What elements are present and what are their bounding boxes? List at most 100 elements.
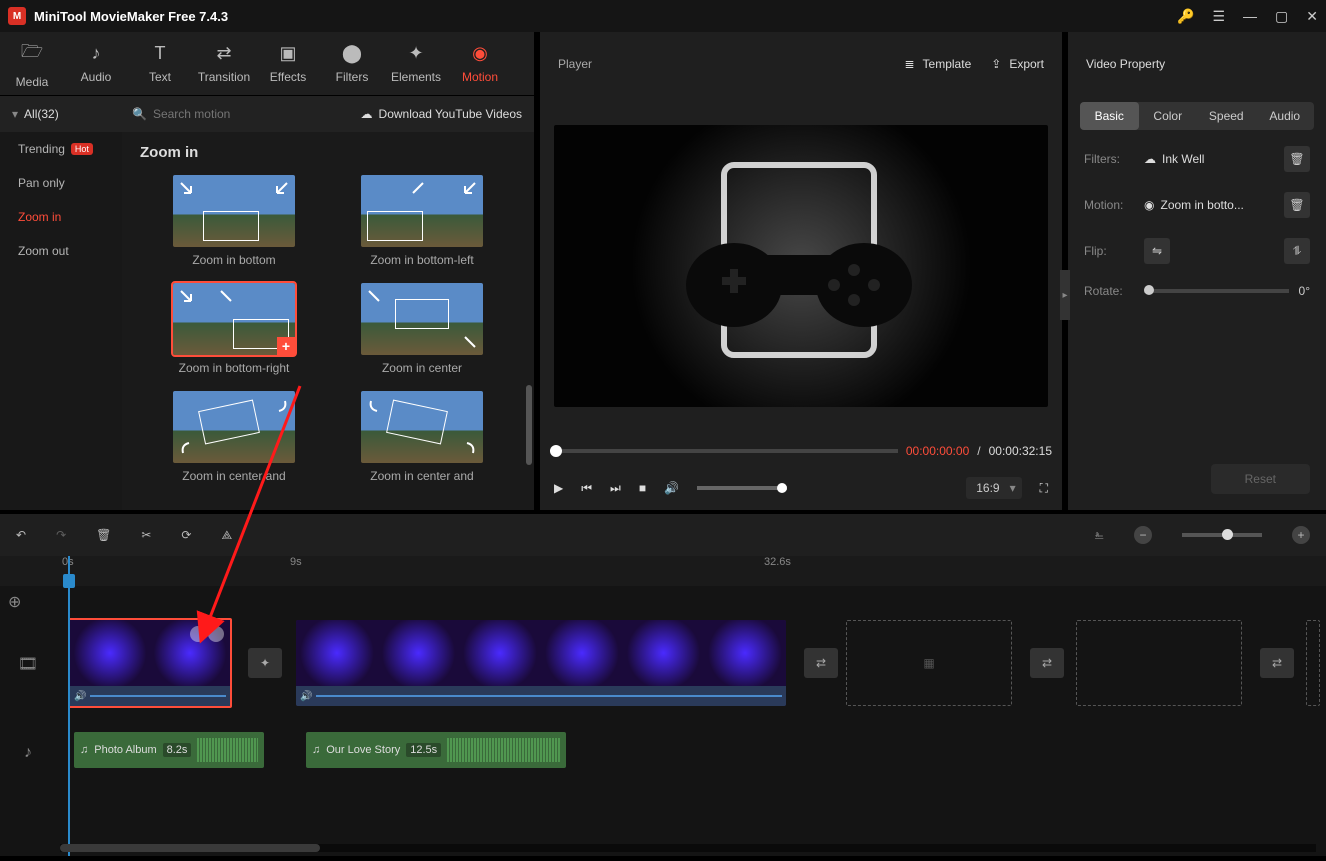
reset-button[interactable]: Reset bbox=[1211, 464, 1310, 494]
audio-track: ♪ ♫Photo Album8.2s ♫Our Love Story12.5s bbox=[0, 732, 1326, 774]
flip-horizontal-button[interactable]: ⇋ bbox=[1144, 238, 1170, 264]
menu-icon[interactable]: ☰ bbox=[1212, 8, 1225, 25]
tab-transition[interactable]: ⇄Transition bbox=[192, 32, 256, 95]
playhead[interactable] bbox=[68, 556, 70, 856]
delete-button[interactable]: 🗑 bbox=[96, 528, 111, 542]
motion-item[interactable]: Zoom in center bbox=[342, 283, 502, 375]
video-clip-selected[interactable]: 🔊 bbox=[68, 618, 232, 708]
add-button[interactable]: + bbox=[277, 337, 295, 355]
fullscreen-button[interactable]: ⛶ bbox=[1040, 481, 1048, 496]
fit-button[interactable]: ⎁ bbox=[1094, 528, 1104, 543]
speed-button[interactable]: ⟳ bbox=[181, 528, 191, 542]
search-input[interactable] bbox=[153, 107, 273, 121]
category-all[interactable]: All(32) bbox=[0, 96, 122, 132]
tab-elements-label: Elements bbox=[391, 70, 441, 84]
scrollbar-vertical[interactable] bbox=[526, 385, 532, 465]
key-icon[interactable]: 🔑 bbox=[1177, 8, 1194, 25]
library-tabs: 🗁Media ♪Audio TText ⇄Transition ▣Effects… bbox=[0, 32, 534, 96]
category-zoomout[interactable]: Zoom out bbox=[0, 234, 122, 268]
panel-collapse-handle[interactable]: ▸ bbox=[1060, 270, 1070, 320]
motion-label: Motion: bbox=[1084, 198, 1134, 212]
video-clip[interactable]: 🔊 bbox=[296, 620, 786, 706]
tab-text[interactable]: TText bbox=[128, 32, 192, 95]
filters-label: Filters: bbox=[1084, 152, 1134, 166]
prop-tab-speed[interactable]: Speed bbox=[1197, 102, 1256, 130]
category-panonly[interactable]: Pan only bbox=[0, 166, 122, 200]
tab-filters-label: Filters bbox=[336, 70, 369, 84]
aspect-ratio-dropdown[interactable]: 16:9 bbox=[966, 477, 1021, 499]
clip-placeholder[interactable] bbox=[1306, 620, 1320, 706]
audio-clip[interactable]: ♫Our Love Story12.5s bbox=[306, 732, 566, 768]
motion-item-selected[interactable]: + Zoom in bottom-right bbox=[154, 283, 314, 375]
zoom-slider[interactable] bbox=[1182, 533, 1262, 537]
audio-track-icon[interactable]: ♪ bbox=[0, 744, 56, 762]
video-track: 🎞 🔊 ✦ 🔊 ⇄ ▦ ⇄ ⇄ bbox=[0, 618, 1326, 710]
export-button[interactable]: ⇪Export bbox=[991, 57, 1044, 71]
delete-filter-button[interactable]: 🗑 bbox=[1284, 146, 1310, 172]
play-button[interactable]: ▶ bbox=[554, 481, 563, 495]
clip-placeholder[interactable]: ▦ bbox=[846, 620, 1012, 706]
tab-effects[interactable]: ▣Effects bbox=[256, 32, 320, 95]
transition-chip[interactable]: ⇄ bbox=[1260, 648, 1294, 678]
app-logo: M bbox=[8, 7, 26, 25]
delete-motion-button[interactable]: 🗑 bbox=[1284, 192, 1310, 218]
stop-button[interactable]: ■ bbox=[639, 481, 646, 495]
motion-item[interactable]: Zoom in center and bbox=[154, 391, 314, 483]
add-track-button[interactable]: ⊕ bbox=[8, 592, 21, 612]
scrollbar-horizontal[interactable] bbox=[60, 844, 1316, 852]
prop-tab-audio[interactable]: Audio bbox=[1256, 102, 1315, 130]
prop-tab-basic[interactable]: Basic bbox=[1080, 102, 1139, 130]
template-button[interactable]: ≣Template bbox=[904, 57, 971, 71]
audio-clip[interactable]: ♫Photo Album8.2s bbox=[74, 732, 264, 768]
video-track-icon[interactable]: 🎞 bbox=[0, 654, 56, 674]
seek-bar[interactable] bbox=[550, 449, 898, 453]
property-title: Video Property bbox=[1068, 32, 1326, 96]
motion-item[interactable]: Zoom in bottom bbox=[154, 175, 314, 267]
export-icon: ⇪ bbox=[991, 57, 1001, 71]
category-trending[interactable]: TrendingHot bbox=[0, 132, 122, 166]
rotate-slider[interactable] bbox=[1144, 289, 1289, 293]
clip-volume-icon[interactable]: 🔊 bbox=[300, 691, 312, 702]
motion-item[interactable]: Zoom in center and bbox=[342, 391, 502, 483]
motion-value: Zoom in botto... bbox=[1160, 198, 1243, 212]
transition-chip[interactable]: ✦ bbox=[248, 648, 282, 678]
close-icon[interactable]: ✕ bbox=[1306, 8, 1318, 25]
hot-badge: Hot bbox=[71, 143, 93, 155]
download-youtube-link[interactable]: ☁Download YouTube Videos bbox=[361, 107, 522, 121]
split-button[interactable]: ✂ bbox=[141, 528, 151, 542]
volume-icon[interactable]: 🔊 bbox=[664, 481, 679, 495]
undo-button[interactable]: ↶ bbox=[16, 528, 26, 542]
transition-chip[interactable]: ⇄ bbox=[1030, 648, 1064, 678]
tab-motion[interactable]: ◉Motion bbox=[448, 32, 512, 95]
video-preview[interactable] bbox=[554, 125, 1048, 407]
property-panel: ▸ Video Property Basic Color Speed Audio… bbox=[1068, 32, 1326, 510]
minimize-icon[interactable]: — bbox=[1243, 8, 1257, 24]
maximize-icon[interactable]: ▢ bbox=[1275, 8, 1288, 25]
tab-effects-label: Effects bbox=[270, 70, 306, 84]
tab-media[interactable]: 🗁Media bbox=[0, 32, 64, 95]
rotate-label: Rotate: bbox=[1084, 284, 1134, 298]
timeline-ruler[interactable]: 0s 9s 32.6s bbox=[0, 556, 1326, 586]
category-zoomin[interactable]: Zoom in bbox=[0, 200, 122, 234]
search-box[interactable]: 🔍 bbox=[122, 107, 302, 121]
zoom-in-button[interactable]: + bbox=[1292, 526, 1310, 544]
tab-filters[interactable]: ⬤Filters bbox=[320, 32, 384, 95]
tab-audio[interactable]: ♪Audio bbox=[64, 32, 128, 95]
time-current: 00:00:00:00 bbox=[906, 444, 969, 458]
redo-button[interactable]: ↷ bbox=[56, 528, 66, 542]
tab-elements[interactable]: ✦Elements bbox=[384, 32, 448, 95]
crop-button[interactable]: ⟁ bbox=[221, 528, 232, 543]
clip-volume-icon[interactable]: 🔊 bbox=[74, 691, 86, 702]
player-panel: Player ≣Template ⇪Export 00:00:00:00 / bbox=[540, 32, 1062, 510]
next-frame-button[interactable]: ⏭ bbox=[610, 481, 621, 496]
titlebar: M MiniTool MovieMaker Free 7.4.3 🔑 ☰ — ▢… bbox=[0, 0, 1326, 32]
prev-frame-button[interactable]: ⏮ bbox=[581, 481, 592, 496]
zoom-out-button[interactable]: − bbox=[1134, 526, 1152, 544]
prop-tab-color[interactable]: Color bbox=[1139, 102, 1198, 130]
volume-slider[interactable] bbox=[697, 486, 787, 490]
clip-placeholder[interactable] bbox=[1076, 620, 1242, 706]
library-panel: 🗁Media ♪Audio TText ⇄Transition ▣Effects… bbox=[0, 32, 534, 510]
flip-vertical-button[interactable]: ⥮ bbox=[1284, 238, 1310, 264]
transition-chip[interactable]: ⇄ bbox=[804, 648, 838, 678]
motion-item[interactable]: Zoom in bottom-left bbox=[342, 175, 502, 267]
